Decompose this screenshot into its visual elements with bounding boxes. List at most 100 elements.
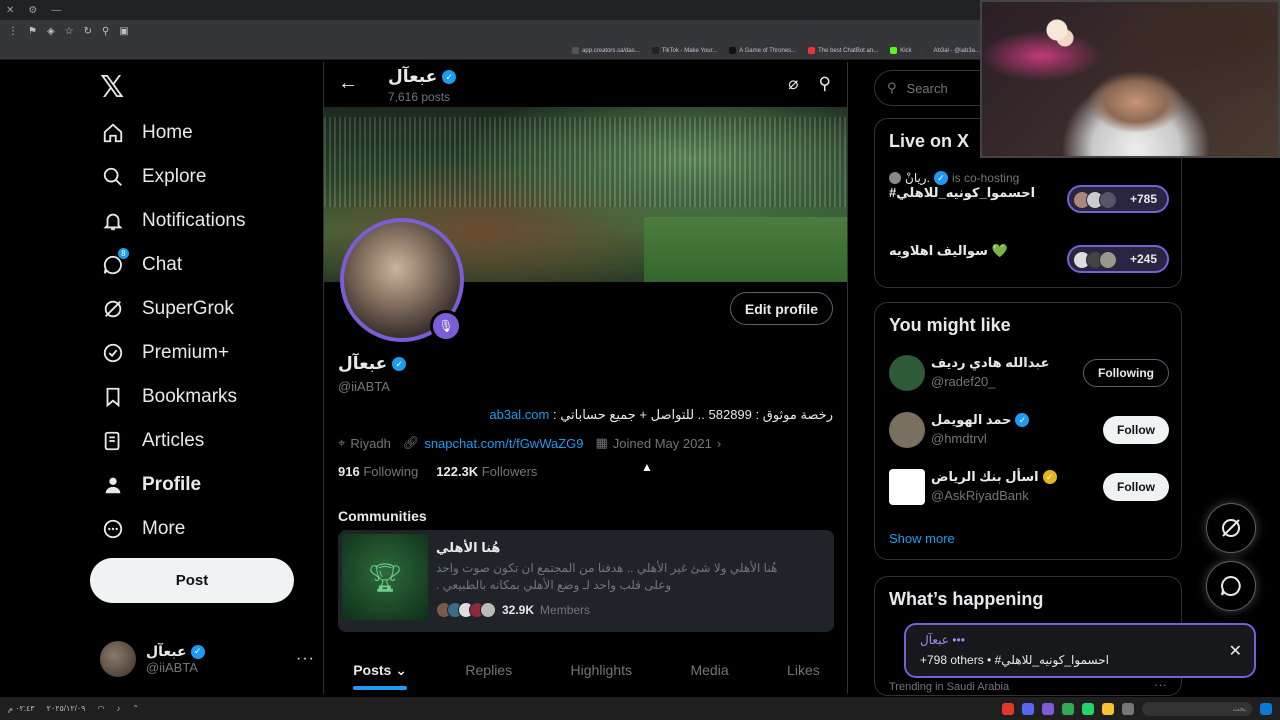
windows-start-icon[interactable] — [1260, 702, 1272, 715]
tab-likes[interactable]: Likes — [773, 646, 834, 694]
verified-badge-icon: ✓ — [933, 171, 948, 185]
follow-button[interactable]: Follow — [1103, 416, 1169, 444]
bookmark-item[interactable]: A Game of Thrones... — [729, 47, 796, 54]
profile-tabs: Posts ⌄ Replies Highlights Media Likes — [324, 646, 847, 694]
bio-text: رخصة موثوق : 582899 .. للتواصل + جميع حس… — [552, 407, 833, 422]
live-item[interactable]: سواليف اهلاويه 💚 +245 — [889, 243, 1169, 275]
account-name: عبعآل — [146, 643, 187, 659]
bookmark-item[interactable]: Kick — [890, 47, 912, 54]
live-item[interactable]: ريانْ. ✓ is co-hosting #احسموا_كونيه_للاهل… — [889, 171, 1169, 213]
tab-posts[interactable]: Posts ⌄ — [339, 646, 421, 694]
post-button[interactable]: Post — [90, 558, 294, 603]
header-name: عبعآل — [388, 67, 438, 86]
whatsapp-icon[interactable] — [1082, 702, 1094, 715]
bookmark-item[interactable]: TikTok - Make Your... — [651, 47, 717, 54]
account-switcher[interactable]: عبعآل ✓ @iiABTA ··· — [100, 638, 315, 680]
might-like-title: You might like — [889, 315, 1011, 335]
show-more-link[interactable]: Show more — [889, 531, 955, 546]
nav-item-supergrok[interactable]: SuperGrok — [90, 289, 246, 329]
community-card[interactable]: 🏆︎ هُنا الأهلي هُنا الأهلي ولا شئ غير ال… — [338, 530, 834, 632]
live-space-toast[interactable]: عبعآل ••• +798 others • #احسموا_كونيه_لل… — [904, 623, 1256, 678]
messages-float-button[interactable] — [1206, 561, 1256, 611]
grok-icon — [102, 298, 124, 320]
bio-link[interactable]: ab3al.com — [489, 407, 549, 422]
bookmark-item[interactable]: The best ChatBot an... — [808, 47, 878, 54]
whats-happening-title: What’s happening — [889, 589, 1044, 609]
chrome-icon[interactable] — [1062, 702, 1074, 715]
nav-item-bookmarks[interactable]: Bookmarks — [90, 377, 249, 417]
bookmark-item[interactable]: Ab3al - @iab3a... — [923, 47, 980, 54]
mouse-cursor-icon: ▲ — [641, 460, 653, 474]
close-icon[interactable]: ✕ — [1229, 641, 1242, 661]
live-join-pill[interactable]: +245 — [1067, 245, 1169, 273]
verified-badge-icon: ✓ — [190, 644, 205, 659]
nav-item-premium[interactable]: Premium+ — [90, 333, 241, 373]
grok-float-button[interactable] — [1206, 503, 1256, 553]
bookmark-item[interactable]: app.creators.sa/das... — [572, 47, 640, 54]
link-icon: 🔗︎ — [402, 435, 420, 450]
profile-location: Riyadh — [350, 435, 391, 451]
community-title: هُنا الأهلي — [436, 540, 501, 555]
spaces-live-icon[interactable]: 🎙︎ — [430, 310, 462, 342]
chevron-right-icon: › — [716, 435, 722, 451]
trend-more-icon[interactable]: ··· — [1154, 677, 1167, 692]
chat-badge: 8 — [117, 247, 130, 260]
tab-media[interactable]: Media — [676, 646, 742, 694]
live-join-pill[interactable]: +785 — [1067, 185, 1169, 213]
nav-item-more[interactable]: More — [90, 509, 197, 549]
nav-item-profile[interactable]: Profile — [90, 465, 213, 505]
following-button[interactable]: Following — [1083, 359, 1169, 387]
shield-icon[interactable]: ◈ — [47, 26, 55, 37]
account-more-icon[interactable]: ··· — [296, 650, 315, 668]
minimize-icon[interactable]: — — [51, 5, 61, 16]
close-window-icon[interactable]: ✕ — [6, 5, 14, 16]
avatar — [889, 469, 925, 505]
nav-item-articles[interactable]: Articles — [90, 421, 216, 461]
taskbar-search[interactable]: بحث — [1142, 701, 1252, 716]
suggested-user[interactable]: عبدالله هادي رديف @radef20_ Following — [889, 353, 1169, 395]
suggested-user[interactable]: حمد الهويمل ✓ @hmdtrvl Follow — [889, 410, 1169, 452]
nav-item-chat[interactable]: 8 Chat — [90, 245, 194, 285]
folder-icon[interactable] — [1102, 702, 1114, 715]
nav-label: Home — [142, 122, 193, 143]
grok-icon[interactable]: ⌀ — [788, 74, 798, 94]
suggested-user[interactable]: اسأل بنك الرياض ✓ @AskRiyadBank Follow — [889, 467, 1169, 509]
joined-date[interactable]: ▦ Joined May 2021 › — [596, 435, 722, 451]
menu-icon[interactable]: ⋮ — [8, 26, 18, 37]
more-circle-icon — [102, 518, 124, 540]
banner-pitch — [644, 217, 847, 282]
live-host-name: ريانْ. — [905, 171, 930, 185]
search-icon[interactable]: ⚲ — [819, 74, 831, 94]
verified-badge-icon: ✓ — [1015, 413, 1030, 427]
x-logo-icon[interactable]: 𝕏 — [100, 70, 124, 105]
verified-badge-icon: ✓ — [442, 70, 457, 84]
tab-replies[interactable]: Replies — [451, 646, 526, 694]
nav-item-notifications[interactable]: Notifications — [90, 201, 258, 241]
star-icon[interactable]: ☆ — [65, 26, 74, 37]
settings-icon[interactable]: ⚙ — [28, 5, 37, 16]
suggested-handle: @AskRiyadBank — [931, 488, 1029, 503]
following-link[interactable]: 916 Following — [338, 464, 418, 479]
follow-button[interactable]: Follow — [1103, 473, 1169, 501]
community-members: 32.9K Members — [436, 602, 590, 618]
nav-label: Premium+ — [142, 342, 230, 363]
nav-item-home[interactable]: Home — [90, 113, 205, 153]
edit-profile-button[interactable]: Edit profile — [729, 292, 833, 325]
discord-icon[interactable] — [1022, 702, 1034, 715]
profile-website[interactable]: snapchat.com/t/fGwWaZG9 — [424, 436, 583, 451]
refresh-icon[interactable]: ↻ — [84, 26, 92, 37]
extension-icon[interactable]: ⚑ — [28, 26, 37, 37]
nav-label: Explore — [142, 166, 207, 187]
home-icon — [102, 122, 124, 144]
tab-highlights[interactable]: Highlights — [557, 646, 646, 694]
search-icon[interactable]: ⚲ — [102, 26, 109, 37]
app-icon[interactable] — [1002, 702, 1014, 715]
app-icon[interactable] — [1042, 702, 1054, 715]
app-icon[interactable] — [1122, 702, 1134, 715]
back-arrow-icon[interactable]: ← — [338, 72, 358, 95]
tab-icon[interactable]: ▣ — [119, 26, 128, 37]
chevron-up-icon[interactable]: ⌃ — [132, 704, 139, 713]
followers-link[interactable]: 122.3K Followers — [436, 464, 537, 479]
suggested-handle: @radef20_ — [931, 374, 996, 389]
nav-item-explore[interactable]: Explore — [90, 157, 218, 197]
